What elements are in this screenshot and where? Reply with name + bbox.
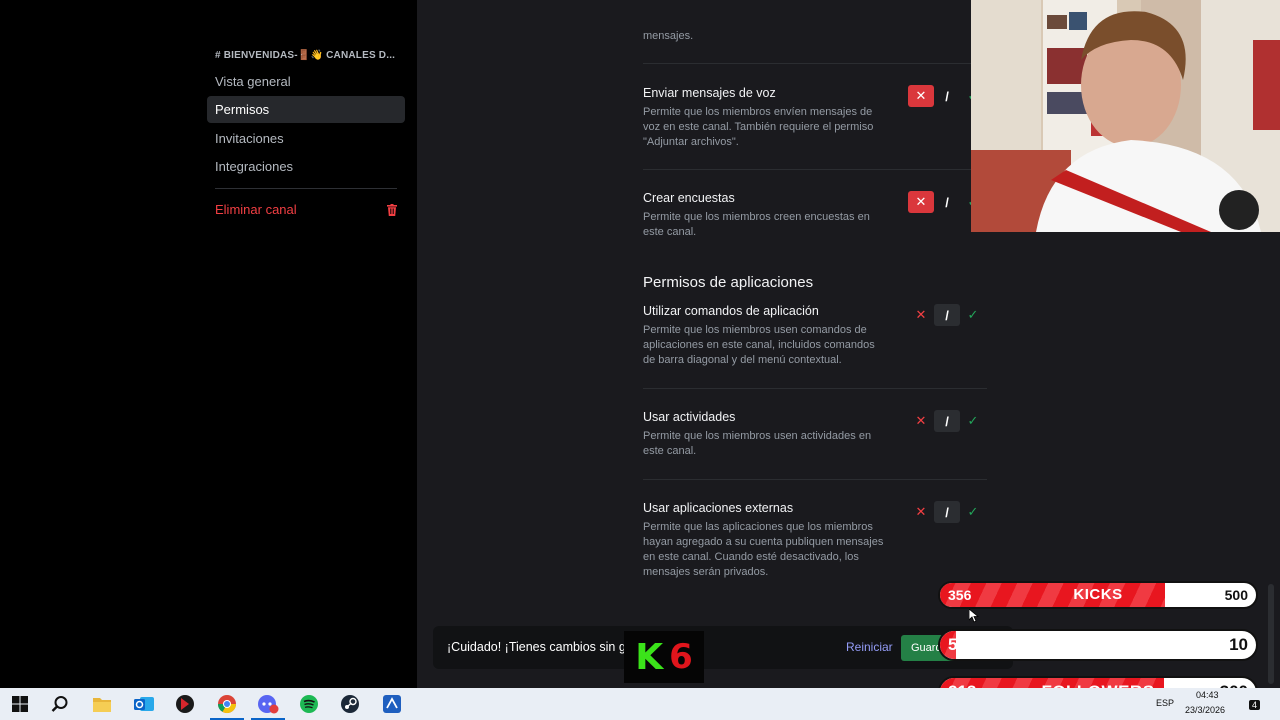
language-indicator[interactable]: ESP [1156, 698, 1174, 708]
clock-date[interactable]: 23/3/2026 [1185, 705, 1225, 715]
settings-sidebar: # BIENVENIDAS-🚪👋 CANALES D... Vista gene… [0, 0, 417, 688]
subscribers-label: SUBSCRIBERS [1033, 635, 1163, 654]
logo-letter: K [635, 636, 664, 678]
deny-toggle[interactable]: ✕ [908, 410, 934, 432]
windows-start-icon[interactable] [8, 692, 32, 716]
deny-toggle[interactable]: ✕ [908, 501, 934, 523]
nav-invitaciones[interactable]: Invitaciones [207, 125, 405, 152]
permission-desc: Permite que los miembros creen encuestas… [643, 211, 870, 238]
app-blue-icon[interactable] [380, 692, 404, 716]
nav-vista-general[interactable]: Vista general [207, 68, 405, 95]
nav-integraciones[interactable]: Integraciones [207, 153, 405, 180]
discord-icon[interactable] [256, 692, 280, 716]
neutral-toggle[interactable]: / [934, 501, 960, 523]
toggle-app-commands: ✕ / ✓ [908, 304, 988, 326]
kicks-counter: KICKS 356 500 [938, 581, 1258, 609]
permission-desc: Permite que las aplicaciones que los mie… [643, 521, 884, 578]
deny-toggle[interactable]: ✕ [908, 85, 934, 107]
subscribers-goal: 10 [1229, 635, 1248, 654]
outlook-icon[interactable] [132, 692, 156, 716]
clock-time[interactable]: 04:43 [1196, 690, 1219, 700]
logo-number: 6 [669, 637, 693, 677]
deny-toggle[interactable]: ✕ [908, 191, 934, 213]
steam-icon[interactable] [338, 692, 362, 716]
reset-button[interactable]: Reiniciar [846, 640, 893, 654]
previous-desc-tail: mensajes. [643, 30, 694, 42]
separator [643, 388, 987, 389]
subscribers-counter: SUBSCRIBERS 5 10 [938, 629, 1258, 661]
mouse-cursor-icon [968, 608, 980, 628]
file-explorer-icon[interactable] [90, 692, 114, 716]
allow-toggle[interactable]: ✓ [960, 304, 986, 326]
chrome-icon[interactable] [215, 692, 239, 716]
delete-channel-button[interactable]: Eliminar canal [207, 196, 405, 223]
search-icon[interactable] [48, 692, 72, 716]
section-title-app-permissions: Permisos de aplicaciones [643, 274, 814, 291]
notification-count[interactable]: 4 [1249, 700, 1261, 710]
neutral-toggle[interactable]: / [934, 191, 960, 213]
allow-toggle[interactable]: ✓ [960, 410, 986, 432]
kicks-label: KICKS [1073, 586, 1123, 603]
allow-toggle[interactable]: ✓ [960, 501, 986, 523]
separator [643, 63, 987, 64]
kicks-goal: 500 [1224, 587, 1248, 603]
scrollbar[interactable] [1268, 584, 1274, 684]
channel-header: # BIENVENIDAS-🚪👋 CANALES D... [215, 50, 396, 61]
subscribers-current: 5 [948, 635, 958, 654]
neutral-toggle[interactable]: / [934, 85, 960, 107]
webcam-feed [971, 0, 1280, 232]
neutral-toggle[interactable]: / [934, 410, 960, 432]
permission-desc: Permite que los miembros usen actividade… [643, 430, 872, 457]
toggle-activities: ✕ / ✓ [908, 410, 988, 432]
spotify-icon[interactable] [297, 692, 321, 716]
toggle-external-apps: ✕ / ✓ [908, 501, 988, 523]
stream-logo: K 6 [624, 631, 704, 683]
permission-desc: Permite que los miembros usen comandos d… [643, 324, 875, 366]
unsaved-changes-bar: ¡Cuidado! ¡Tienes cambios sin g Reinicia… [433, 626, 1013, 669]
neutral-toggle[interactable]: / [934, 304, 960, 326]
separator [643, 479, 987, 480]
deny-toggle[interactable]: ✕ [908, 304, 934, 326]
delete-channel-label: Eliminar canal [215, 202, 297, 217]
windows-taskbar: ESP 04:43 23/3/2026 4 [0, 688, 1280, 720]
app-red-icon[interactable] [173, 692, 197, 716]
nav-divider [215, 188, 397, 189]
separator [643, 169, 987, 170]
unsaved-warning: ¡Cuidado! ¡Tienes cambios sin g [447, 640, 626, 654]
kicks-current: 356 [948, 587, 972, 603]
nav-permisos[interactable]: Permisos [207, 96, 405, 123]
permission-desc: Permite que los miembros envíen mensajes… [643, 106, 874, 148]
trash-icon [387, 203, 397, 216]
